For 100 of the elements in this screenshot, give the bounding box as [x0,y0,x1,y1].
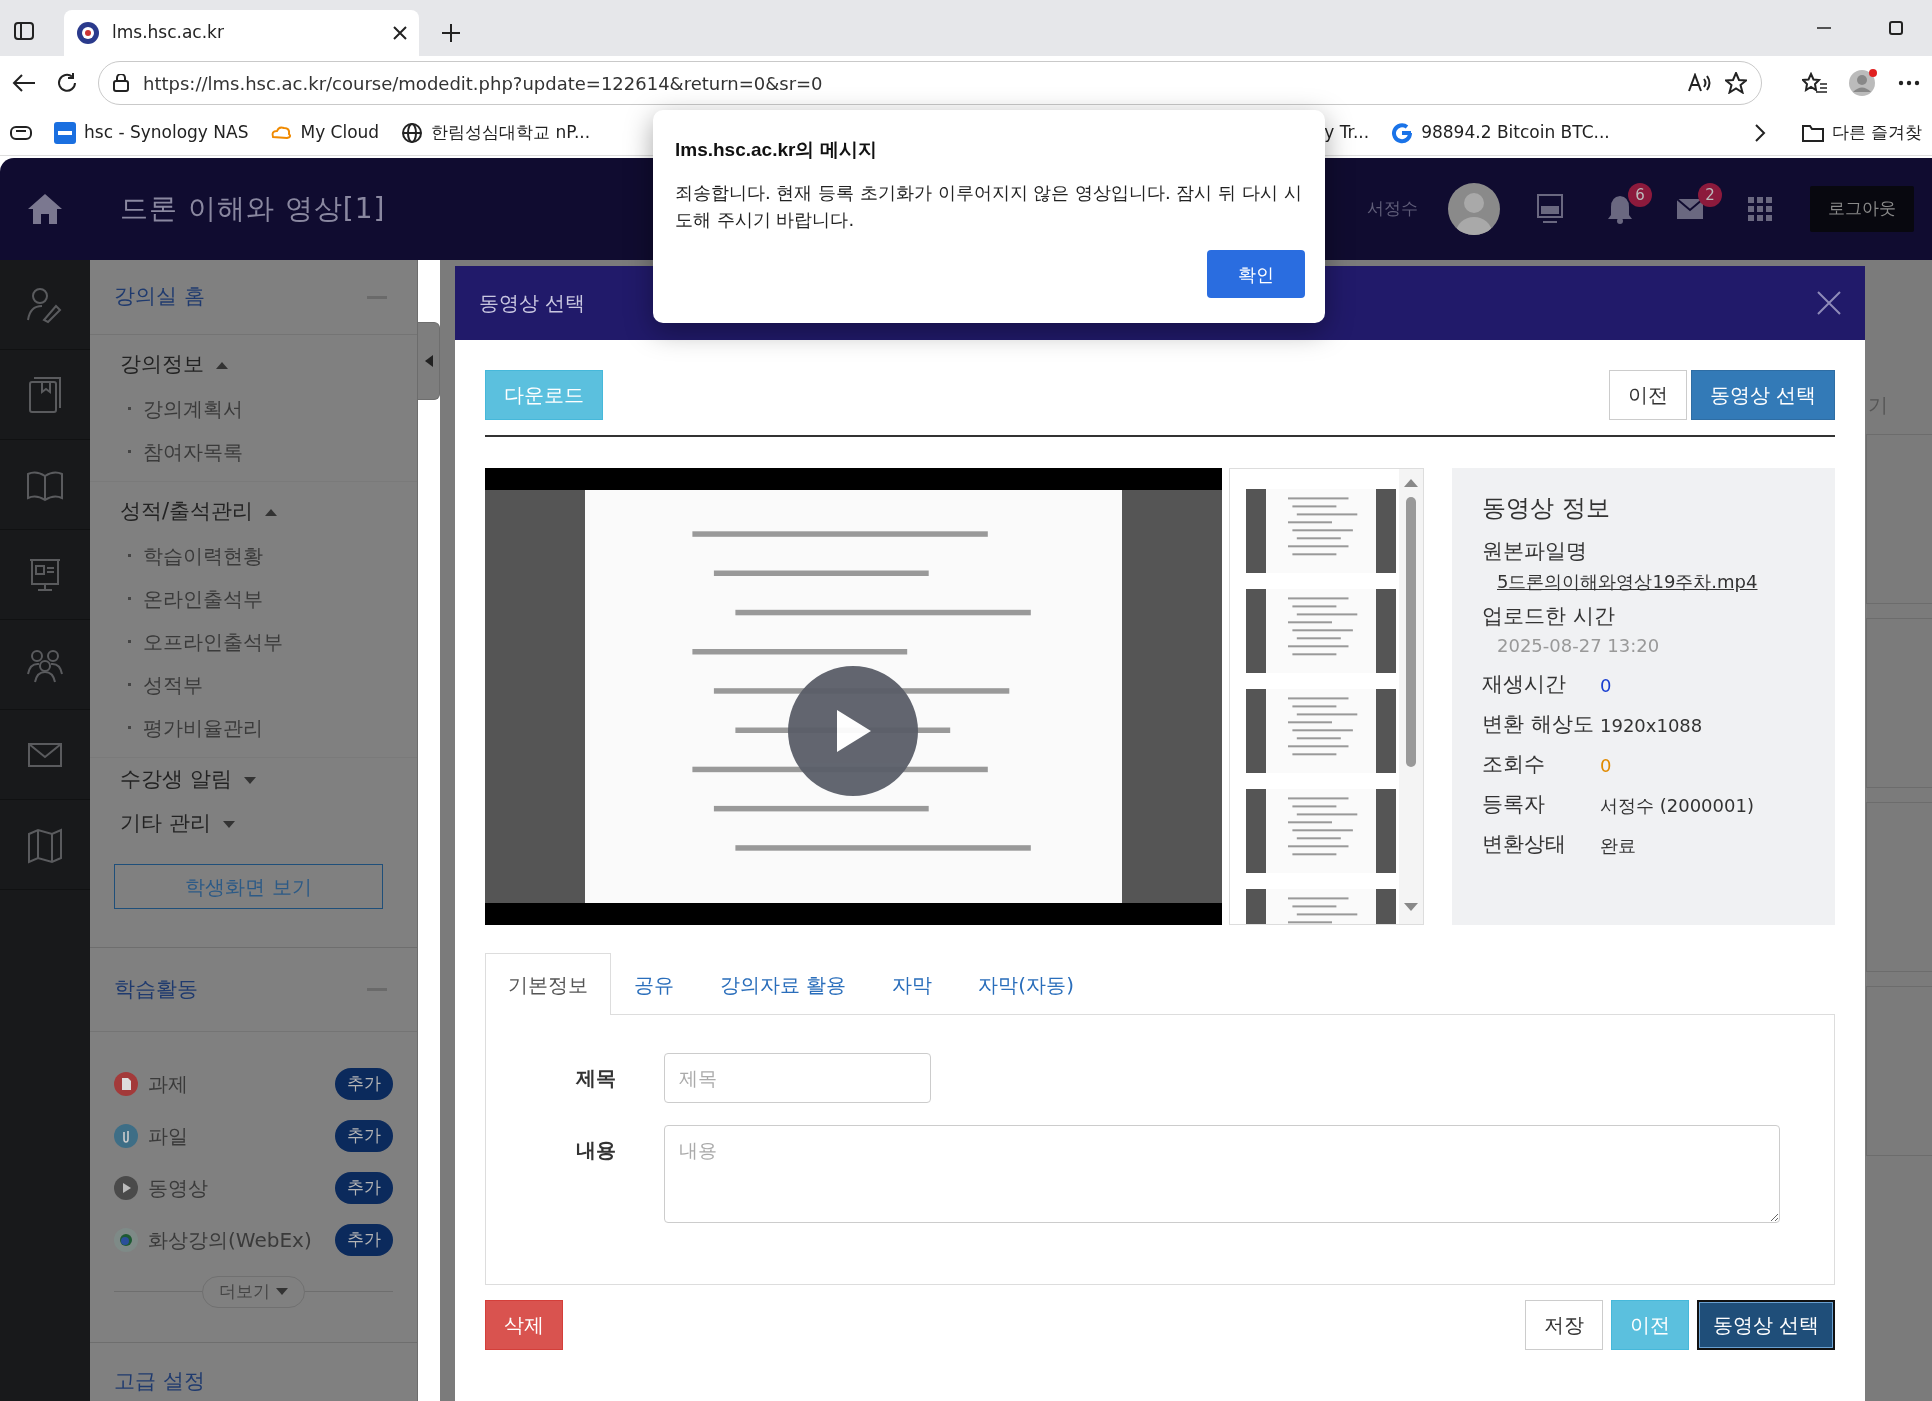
mail-icon[interactable] [1676,198,1704,220]
activity-link[interactable]: 동영상 [148,1173,325,1203]
bullet-icon [128,407,131,410]
tab[interactable]: 기본정보 [485,953,611,1015]
bookmark-link[interactable]: hsc - Synology NAS [54,119,249,146]
panel-heading: 동영상 정보 [1482,493,1611,524]
bullet-icon [128,640,131,643]
bookmark-folder[interactable]: 다른 즐겨찾 [1801,119,1922,146]
logout-button[interactable]: 로그아웃 [1810,186,1914,232]
user-name: 서정수 [1367,197,1418,221]
field-value: 서정수 (2000001) [1600,793,1754,818]
dialog-message: 죄송합니다. 현재 등록 초기화가 이루어지지 않은 영상입니다. 잠시 뒤 다시 시도해 주시기 바랍니다. [675,180,1303,232]
field-label: 내용 [576,1137,617,1164]
text-area[interactable]: 내용 [664,1125,1780,1223]
profile-icon[interactable] [1848,68,1878,98]
menu-item[interactable]: 오프라인출석부 [143,626,283,657]
bookmark-link[interactable]: 한림성심대학교 nP... [401,119,591,146]
menu-item[interactable]: 온라인출석부 [143,583,263,614]
tab-title: lms.hsc.ac.kr [112,21,224,45]
tab[interactable]: 강의자료 활용 [697,953,870,1015]
menu-heading[interactable]: 수강생 알림 [120,758,417,802]
refresh-icon[interactable] [56,72,78,94]
add-button[interactable]: 추가 [335,1224,393,1256]
avatar[interactable] [1448,183,1500,235]
bullet-icon [128,597,131,600]
grid-icon[interactable] [1748,197,1772,221]
paperclip-icon [114,1124,138,1148]
collapse-handle[interactable] [418,322,440,400]
field-label: 업로드한 시간 [1482,602,1616,630]
scrollbar[interactable] [1399,469,1423,924]
back-icon[interactable] [12,73,36,93]
notification-badge: 6 [1628,183,1652,207]
close-icon[interactable] [393,26,407,40]
save-button[interactable]: 저장 [1524,1300,1603,1350]
section-title[interactable]: 강의실 홈 [114,281,205,313]
previous-button[interactable]: 이전 [1608,370,1687,420]
activity-link[interactable]: 파일 [148,1121,325,1151]
ok-button[interactable]: 확인 [1207,250,1305,298]
field-value: 2025-08-27 13:20 [1496,634,1661,658]
field-value: 0 [1600,753,1612,778]
field-label: 조회수 [1482,751,1546,779]
section-title[interactable]: 고급 설정 [114,1366,205,1398]
star-icon[interactable] [1725,72,1747,94]
menu-heading[interactable]: 기타 관리 [120,802,417,846]
menu-item[interactable]: 성적부 [143,669,203,700]
lock-icon [113,74,129,92]
tab[interactable]: 자막(자동) [955,953,1097,1015]
field-label: 제목 [576,1065,617,1092]
input-field[interactable]: 제목 [664,1053,931,1103]
course-title: 드론 이해와 영상[1] [120,191,386,227]
field-value: 1920x1088 [1600,713,1703,738]
collections-icon[interactable] [10,124,32,141]
dialog-title: lms.hsc.ac.kr의 메시지 [675,138,878,162]
bell-icon[interactable] [1606,194,1634,224]
more-icon[interactable] [1898,80,1920,86]
bookmark-link[interactable]: y Tr... [1324,119,1370,146]
chevron-right-icon[interactable] [1753,122,1766,143]
menu-item[interactable]: 학습이력현황 [143,540,263,571]
field-label: 등록자 [1482,791,1546,819]
select-video-button[interactable]: 동영상 선택 [1696,1300,1835,1350]
add-button[interactable]: 추가 [335,1172,393,1204]
message-badge: 2 [1698,183,1722,207]
new-tab-icon[interactable] [441,23,461,43]
bookmark-link[interactable]: My Cloud [270,119,380,146]
menu-item[interactable]: 참여자목록 [143,436,243,467]
select-video-button[interactable]: 동영상 선택 [1690,370,1835,420]
ring-icon [114,1228,138,1252]
menu-heading[interactable]: 성적/출석관리 [120,490,417,534]
caret-down-icon [276,1288,288,1296]
tab[interactable]: 공유 [611,953,697,1015]
play-icon [114,1176,138,1200]
menu-item[interactable]: 강의계획서 [143,393,243,424]
activity-link[interactable]: 과제 [148,1069,325,1099]
field-label: 변환상태 [1482,831,1567,859]
maximize-icon[interactable] [1888,20,1904,36]
tab[interactable]: 자막 [869,953,956,1015]
field-value: 0 [1600,673,1612,698]
book-icon[interactable] [26,375,64,414]
menu-heading[interactable]: 강의정보 [120,343,417,387]
folder-icon [1801,122,1824,143]
favorites-icon[interactable] [1802,72,1828,94]
add-button[interactable]: 추가 [335,1120,393,1152]
read-aloud-icon[interactable] [1687,73,1711,93]
file-link[interactable]: 5드론의이해와영상19주차.mp4 [1482,567,1805,595]
browser-tab[interactable]: lms.hsc.ac.kr [64,10,419,56]
modal-title: 동영상 선택 [479,290,586,317]
delete-button[interactable]: 삭제 [485,1300,563,1350]
add-button[interactable]: 추가 [335,1068,393,1100]
user-edit-icon[interactable] [26,285,64,324]
home-icon[interactable] [27,193,63,225]
bullet-icon [128,450,131,453]
section-title[interactable]: 학습활동 [114,973,198,1006]
activity-link[interactable]: 화상강의(WebEx) [148,1225,325,1255]
bookmark-link[interactable]: 98894.2 Bitcoin BTC... [1391,119,1610,146]
monitor-icon[interactable] [1537,194,1563,224]
url-text: https://lms.hsc.ac.kr/course/modedit.php?update=122614&return=0&sr=0 [143,71,823,96]
globe-icon [401,121,424,144]
menu-item[interactable]: 평가비율관리 [143,712,263,743]
g-logo-icon [1391,121,1414,144]
sidebar-toggle-icon[interactable] [14,22,34,40]
